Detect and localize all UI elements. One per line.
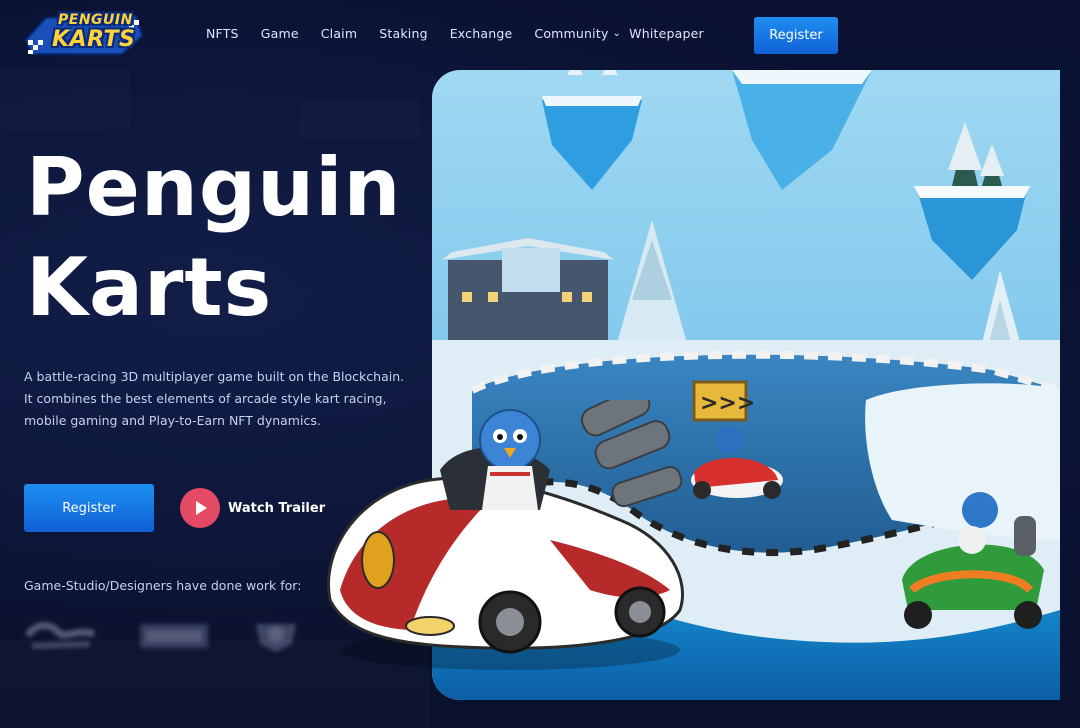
nav-item-exchange[interactable]: Exchange <box>450 26 513 41</box>
bg-tile <box>300 100 420 140</box>
header-register-button[interactable]: Register <box>754 17 838 54</box>
partner-logo-blurred <box>256 624 296 652</box>
hero-title-line1: Penguin <box>26 141 402 234</box>
watch-trailer-label: Watch Trailer <box>228 500 326 516</box>
nav-item-claim[interactable]: Claim <box>321 26 358 41</box>
nav-item-nfts[interactable]: NFTS <box>206 26 239 41</box>
logo-text-top: PENGUIN <box>58 12 133 28</box>
hero-title: Penguin Karts <box>26 138 426 338</box>
logo-text-bottom: KARTS <box>52 27 136 52</box>
nav-item-whitepaper[interactable]: Whitepaper <box>629 26 704 41</box>
nav-label: Staking <box>379 26 428 41</box>
nav-label: Whitepaper <box>629 26 704 41</box>
nav-item-game[interactable]: Game <box>261 26 299 41</box>
watch-trailer-button[interactable]: Watch Trailer <box>180 487 325 529</box>
penguin-karts-logo[interactable]: PENGUIN KARTS <box>24 10 144 58</box>
nav-label: Community <box>534 26 609 41</box>
hero-title-line2: Karts <box>26 241 273 334</box>
studio-credits-label: Game-Studio/Designers have done work for… <box>24 578 302 593</box>
nav-label: Exchange <box>449 26 513 41</box>
nav-item-staking[interactable]: Staking <box>379 26 427 41</box>
hero-register-button[interactable]: Register <box>24 484 154 532</box>
nav-label: Claim <box>320 26 358 41</box>
main-nav: NFTS Game Claim Staking Exchange Communi… <box>206 26 726 41</box>
chevron-down-icon: ⌄ <box>612 28 622 39</box>
nav-label: Game <box>260 26 299 41</box>
site-header: PENGUIN KARTS NFTS Game Claim Staking Ex… <box>0 0 1080 72</box>
nav-item-community[interactable]: Community ⌄ <box>534 26 621 41</box>
partner-logo-blurred <box>140 624 208 648</box>
cabin <box>442 238 614 340</box>
main-penguin-kart <box>327 400 684 670</box>
bg-tile <box>0 70 130 130</box>
nav-label: NFTS <box>206 26 239 41</box>
partner-logo-blurred <box>24 622 96 649</box>
play-icon <box>180 488 220 528</box>
